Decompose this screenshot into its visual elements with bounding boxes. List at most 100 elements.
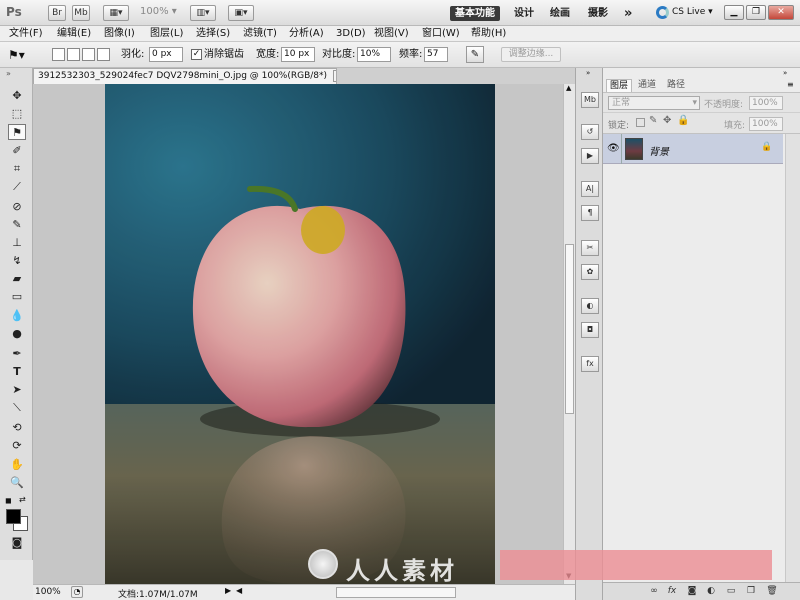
quick-selection-tool-icon[interactable]: ✐ — [8, 143, 26, 159]
default-colors-icon[interactable]: ◼ — [5, 496, 12, 505]
menu-view[interactable]: 视图(V) — [374, 27, 409, 41]
menu-filter[interactable]: 滤镜(T) — [243, 27, 277, 41]
styles-panel-icon[interactable]: fx — [581, 356, 599, 372]
zoom-level[interactable]: 100% ▾ — [140, 6, 177, 17]
marquee-tool-icon[interactable]: ⬚ — [8, 106, 26, 122]
arrange-documents-button[interactable]: ▥▾ — [190, 5, 216, 21]
masks-panel-icon[interactable]: ◘ — [581, 322, 599, 338]
blend-mode-select[interactable]: 正常 ▾ — [608, 96, 700, 110]
horizontal-scroll-left-icon[interactable]: ◀ — [236, 586, 242, 595]
more-workspaces-chevron-icon[interactable]: » — [624, 6, 632, 21]
pen-tool-icon[interactable]: ✒ — [8, 346, 26, 362]
width-input[interactable]: 10 px — [281, 47, 315, 62]
minimize-button[interactable]: ▁ — [724, 5, 744, 20]
panel-menu-icon[interactable]: ≡ — [787, 80, 794, 89]
contrast-input[interactable]: 10% — [357, 47, 391, 62]
dodge-tool-icon[interactable]: ● — [8, 326, 26, 342]
adjustment-layer-icon[interactable]: ◐ — [704, 585, 718, 598]
new-layer-icon[interactable]: ❐ — [744, 585, 758, 598]
brushes-panel-icon[interactable]: ✿ — [581, 264, 599, 280]
cs-live-menu[interactable]: CS Live ▾ — [672, 7, 713, 17]
history-brush-tool-icon[interactable]: ↯ — [8, 253, 26, 269]
new-selection-icon[interactable] — [52, 48, 65, 61]
menu-window[interactable]: 窗口(W) — [422, 27, 460, 41]
tool-presets-panel-icon[interactable]: ✂ — [581, 240, 599, 256]
quick-mask-icon[interactable]: ◙ — [8, 535, 26, 551]
layer-row-background[interactable]: 👁 背景 🔒 — [603, 134, 783, 164]
workspace-essentials[interactable]: 基本功能 — [450, 6, 500, 21]
crop-tool-icon[interactable]: ⌗ — [8, 161, 26, 177]
tool-preset-picker[interactable]: ⚑▾ — [8, 48, 25, 62]
swap-colors-icon[interactable]: ⇄ — [19, 495, 26, 504]
magnetic-lasso-tool-icon[interactable]: ⚑ — [8, 124, 26, 140]
layer-style-icon[interactable]: fx — [665, 585, 679, 598]
refine-edge-button[interactable]: 调整边缘... — [501, 47, 561, 62]
menu-edit[interactable]: 编辑(E) — [57, 27, 91, 41]
lock-transparency-icon[interactable] — [636, 118, 645, 127]
status-zoom[interactable]: 100% — [35, 587, 61, 597]
frequency-input[interactable]: 57 — [424, 47, 448, 62]
scroll-up-icon[interactable]: ▲ — [566, 84, 571, 92]
menu-3d[interactable]: 3D(D) — [336, 27, 366, 41]
lock-position-icon[interactable]: ✥ — [663, 115, 671, 126]
launch-bridge-button[interactable]: Br — [48, 5, 66, 21]
mini-bridge-panel-icon[interactable]: Mb — [581, 92, 599, 108]
type-tool-icon[interactable]: T — [8, 364, 26, 380]
gradient-tool-icon[interactable]: ▭ — [8, 289, 26, 305]
status-menu-icon[interactable]: ▶ — [225, 586, 231, 595]
workspace-photography[interactable]: 摄影 — [588, 6, 608, 21]
tab-paths[interactable]: 路径 — [664, 79, 688, 92]
actions-panel-icon[interactable]: ▶ — [581, 148, 599, 164]
layers-list-scrollbar[interactable] — [785, 134, 800, 582]
eyedropper-tool-icon[interactable]: ⟋ — [8, 179, 26, 195]
restore-button[interactable]: ❐ — [746, 5, 766, 20]
document-close-icon[interactable]: × — [332, 70, 336, 82]
tools-collapse-icon[interactable]: » — [6, 69, 11, 78]
intersect-selection-icon[interactable] — [97, 48, 110, 61]
lock-pixels-icon[interactable]: ✎ — [649, 115, 657, 126]
panel-collapse-icon[interactable]: » — [783, 69, 787, 77]
hand-tool-icon[interactable]: ✋ — [8, 457, 26, 473]
new-group-icon[interactable]: ▭ — [724, 585, 738, 598]
strip-collapse-icon[interactable]: » — [586, 69, 590, 77]
status-info-icon[interactable]: ◔ — [71, 586, 83, 598]
foreground-color-swatch[interactable] — [6, 509, 21, 524]
3d-rotate-tool-icon[interactable]: ⟲ — [8, 420, 26, 436]
subtract-from-selection-icon[interactable] — [82, 48, 95, 61]
eraser-tool-icon[interactable]: ▰ — [8, 271, 26, 287]
zoom-tool-icon[interactable]: 🔍 — [8, 475, 26, 491]
tab-channels[interactable]: 通道 — [635, 79, 659, 92]
move-tool-icon[interactable]: ✥ — [8, 88, 26, 104]
menu-layer[interactable]: 图层(L) — [150, 27, 183, 41]
menu-help[interactable]: 帮助(H) — [471, 27, 506, 41]
3d-orbit-tool-icon[interactable]: ⟳ — [8, 438, 26, 454]
pen-pressure-icon[interactable]: ✎ — [466, 46, 484, 63]
close-button[interactable]: ✕ — [768, 5, 794, 20]
add-mask-icon[interactable]: ◙ — [685, 585, 699, 598]
brush-tool-icon[interactable]: ✎ — [8, 217, 26, 233]
tab-layers[interactable]: 图层 — [606, 79, 633, 92]
add-to-selection-icon[interactable] — [67, 48, 80, 61]
line-tool-icon[interactable]: ⟍ — [8, 400, 26, 416]
menu-analysis[interactable]: 分析(A) — [289, 27, 324, 41]
link-layers-icon[interactable]: ∞ — [647, 585, 661, 598]
antialias-checkbox[interactable]: ✓ — [191, 49, 202, 60]
delete-layer-icon[interactable]: 🗑 — [765, 585, 779, 598]
workspace-design[interactable]: 设计 — [514, 6, 534, 21]
fill-input[interactable]: 100% — [749, 117, 783, 131]
menu-image[interactable]: 图像(I) — [104, 27, 135, 41]
screen-mode-button[interactable]: ▣▾ — [228, 5, 254, 21]
menu-file[interactable]: 文件(F) — [9, 27, 43, 41]
layer-visibility-eye-icon[interactable]: 👁 — [607, 143, 620, 154]
launch-mini-bridge-button[interactable]: Mb — [72, 5, 90, 21]
adjustments-panel-icon[interactable]: ◐ — [581, 298, 599, 314]
opacity-input[interactable]: 100% — [749, 96, 783, 110]
document-image[interactable] — [105, 84, 495, 584]
document-tab[interactable]: 3912532303_529024fec7 DQV2798mini_O.jpg … — [33, 68, 337, 84]
clone-stamp-tool-icon[interactable]: ⊥ — [8, 235, 26, 251]
blur-tool-icon[interactable]: 💧 — [8, 308, 26, 324]
healing-brush-tool-icon[interactable]: ⊘ — [8, 199, 26, 215]
feather-input[interactable]: 0 px — [149, 47, 183, 62]
paragraph-panel-icon[interactable]: ¶ — [581, 205, 599, 221]
menu-select[interactable]: 选择(S) — [196, 27, 230, 41]
